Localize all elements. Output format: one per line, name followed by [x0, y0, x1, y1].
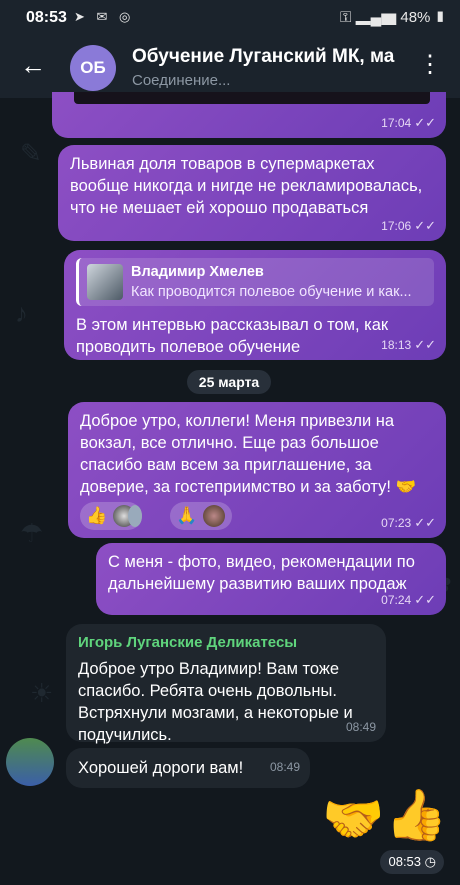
- reply-thumbnail: [87, 264, 123, 300]
- message-meta: 07:24 ✓✓: [381, 589, 436, 611]
- message-meta: 17:06 ✓✓: [381, 215, 436, 237]
- message-time: 08:53: [388, 854, 422, 869]
- incoming-message[interactable]: Игорь Луганские Деликатесы Доброе утро В…: [66, 624, 386, 744]
- background-pattern-icon: ✎: [20, 138, 42, 168]
- read-checks-icon: ✓✓: [414, 218, 436, 233]
- outgoing-message[interactable]: С меня - фото, видео, рекомендации по да…: [96, 543, 446, 615]
- background-pattern-icon: ☀: [30, 678, 54, 708]
- message-text: Хорошей дороги вам!: [78, 759, 244, 777]
- reply-author: Владимир Хмелев: [131, 264, 264, 280]
- status-time: 08:53: [26, 9, 67, 26]
- message-time: 17:06: [381, 219, 412, 233]
- battery-level: 48%: [400, 9, 431, 26]
- signal-icon: ▂▄▆: [355, 9, 397, 26]
- pending-clock-icon: ◷: [424, 854, 436, 869]
- chat-header: ← ОБ Обучение Луганский МК, ма Соединени…: [0, 36, 460, 98]
- read-checks-icon: ✓✓: [414, 337, 436, 352]
- reaction-thumbs-up[interactable]: 👍: [80, 502, 142, 530]
- background-pattern-icon: ☂: [20, 518, 44, 548]
- status-right: ⚿ ▂▄▆ 48% ▮: [340, 9, 446, 26]
- incoming-message[interactable]: Хорошей дороги вам! 08:49: [66, 748, 310, 788]
- outgoing-message[interactable]: Львиная доля товаров в супермаркетах воо…: [58, 145, 446, 241]
- reaction-emoji: 👍: [86, 506, 108, 525]
- back-arrow-icon[interactable]: ←: [20, 50, 46, 81]
- background-pattern-icon: ♪: [15, 298, 28, 328]
- outgoing-message[interactable]: Владимир Хмелев Как проводится полевое о…: [64, 250, 446, 360]
- reactor-avatar: [203, 505, 225, 527]
- message-text: Доброе утро, коллеги! Меня привезли на в…: [80, 412, 417, 496]
- read-checks-icon: ✓✓: [414, 592, 436, 607]
- key-icon: ⚿: [339, 9, 352, 26]
- message-meta: 17:04 ✓✓: [381, 112, 436, 134]
- chat-title[interactable]: Обучение Луганский МК, ма: [132, 46, 412, 68]
- reply-quote[interactable]: Владимир Хмелев Как проводится полевое о…: [76, 258, 434, 306]
- media-preview: [74, 92, 430, 104]
- date-separator: 25 марта: [187, 370, 271, 394]
- reply-text: Как проводится полевое обучение и как...: [131, 284, 412, 300]
- handshake-emoji-icon[interactable]: 🤝: [322, 790, 384, 849]
- outgoing-message[interactable]: Доброе утро, коллеги! Меня привезли на в…: [68, 402, 446, 538]
- chat-avatar[interactable]: ОБ: [70, 45, 116, 91]
- thumbs-up-emoji-icon[interactable]: 👍: [385, 786, 447, 845]
- reaction-pray[interactable]: 🙏: [170, 502, 232, 530]
- connection-status: Соединение...: [132, 72, 231, 89]
- read-checks-icon: ✓✓: [414, 515, 436, 530]
- message-time: 08:49: [269, 760, 300, 774]
- read-checks-icon: ✓✓: [414, 115, 436, 130]
- notification-icons: ➤ ✉ ◎: [74, 9, 135, 24]
- message-text: Львиная доля товаров в супермаркетах воо…: [70, 155, 423, 217]
- more-menu-icon[interactable]: ⋮: [418, 50, 442, 79]
- status-bar: 08:53 ➤ ✉ ◎ ⚿ ▂▄▆ 48% ▮: [0, 0, 460, 36]
- sender-avatar[interactable]: [6, 738, 54, 786]
- message-meta: 07:23 ✓✓: [381, 512, 436, 534]
- outgoing-message[interactable]: 17:04 ✓✓: [52, 92, 446, 138]
- message-time: 17:04: [381, 116, 412, 130]
- reactor-avatar: [128, 505, 142, 527]
- message-meta: 18:13 ✓✓: [381, 334, 436, 356]
- last-message-meta: 08:53 ◷: [380, 850, 444, 874]
- message-time: 08:49: [345, 720, 376, 734]
- battery-icon: ▮: [434, 9, 446, 26]
- reaction-emoji: 🙏: [176, 506, 198, 525]
- message-time: 18:13: [381, 338, 412, 352]
- message-text: Доброе утро Владимир! Вам тоже спасибо. …: [78, 660, 353, 744]
- sender-name[interactable]: Игорь Луганские Деликатесы: [78, 632, 374, 654]
- message-time: 07:23: [381, 516, 412, 530]
- message-time: 07:24: [381, 593, 412, 607]
